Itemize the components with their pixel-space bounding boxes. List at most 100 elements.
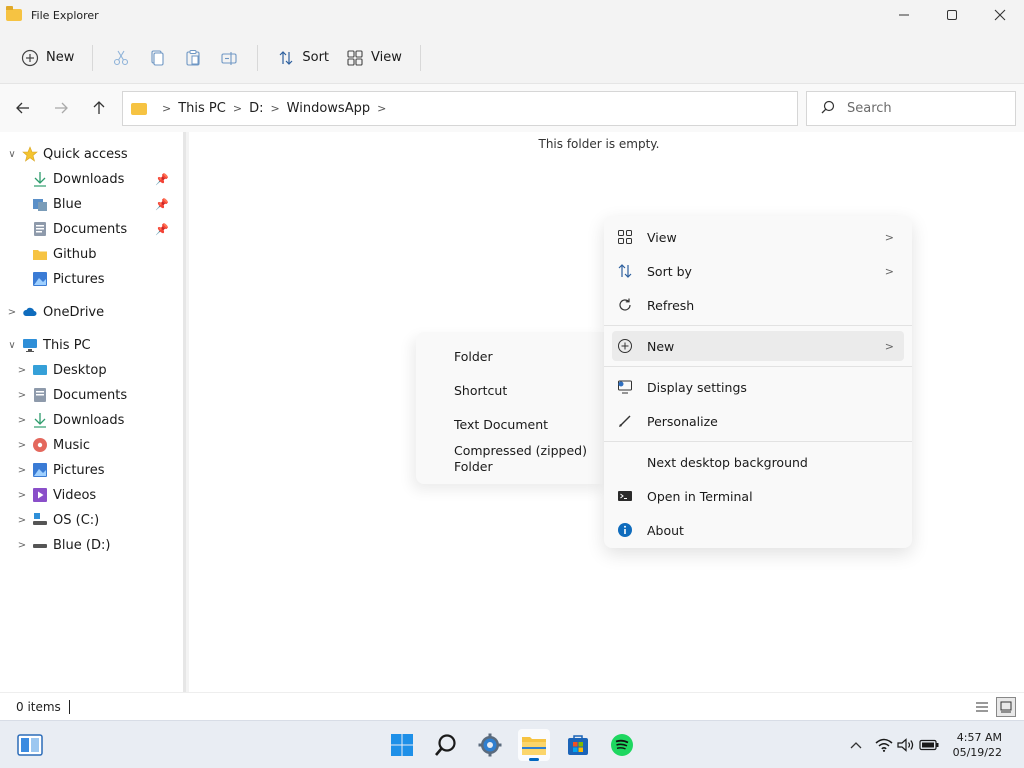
submenu-item-folder[interactable]: Folder (454, 349, 594, 365)
clipboard-icon (183, 48, 203, 68)
settings-taskbar-button[interactable] (474, 729, 506, 761)
menu-item-next-background[interactable]: Next desktop background (612, 447, 904, 477)
grid-view-icon (616, 228, 634, 246)
close-button[interactable] (976, 0, 1024, 30)
menu-item-open-terminal[interactable]: Open in Terminal (612, 481, 904, 511)
sidebar-item-label: Videos (53, 487, 97, 503)
desktop-icon (32, 362, 48, 378)
view-button[interactable]: View (337, 41, 410, 75)
menu-item-label: Sort by (647, 263, 692, 279)
breadcrumb-folder[interactable]: WindowsApp (287, 101, 370, 116)
chevron-right-icon: > (884, 264, 894, 278)
terminal-icon (616, 487, 634, 505)
forward-button[interactable] (47, 94, 75, 122)
sort-icon (276, 48, 296, 68)
sidebar-item-downloads[interactable]: Downloads 📌 (32, 167, 183, 191)
submenu-item-shortcut[interactable]: Shortcut (454, 383, 594, 399)
cut-button[interactable] (103, 41, 139, 75)
sort-label: Sort (302, 50, 330, 65)
sidebar-item-quick-access[interactable]: ∨ Quick access (6, 142, 189, 166)
sidebar-item-music[interactable]: > Music (16, 433, 183, 457)
submenu-item-compressed-folder[interactable]: Compressed (zipped) Folder (454, 443, 594, 475)
rename-button[interactable] (211, 41, 247, 75)
refresh-icon (616, 296, 634, 314)
details-view-button[interactable] (972, 697, 992, 717)
search-input[interactable]: Search (806, 91, 1016, 126)
arrow-left-icon (16, 102, 29, 114)
sidebar-item-github[interactable]: Github (32, 242, 183, 266)
battery-icon[interactable] (917, 739, 941, 751)
chevron-right-icon: > (17, 364, 27, 376)
computer-icon (22, 337, 38, 353)
maximize-icon (947, 10, 957, 20)
sidebar-item-this-pc[interactable]: ∨ This PC (6, 333, 189, 357)
sidebar-item-label: Downloads (53, 412, 125, 428)
download-arrow-icon (32, 412, 48, 428)
submenu-item-text-document[interactable]: Text Document (454, 417, 594, 433)
breadcrumb-drive[interactable]: D: (249, 101, 263, 116)
sidebar-item-pc-pictures[interactable]: > Pictures (16, 458, 183, 482)
drive-icon (32, 512, 48, 528)
paste-button[interactable] (175, 41, 211, 75)
menu-divider (604, 441, 912, 442)
tiles-view-button[interactable] (996, 697, 1016, 717)
menu-item-display-settings[interactable]: Display settings (612, 372, 904, 402)
speaker-icon[interactable] (895, 738, 917, 752)
search-taskbar-button[interactable] (430, 729, 462, 761)
menu-divider (604, 366, 912, 367)
maximize-button[interactable] (928, 0, 976, 30)
menu-item-view[interactable]: View > (612, 222, 904, 252)
widgets-button[interactable] (14, 729, 46, 761)
copy-button[interactable] (139, 41, 175, 75)
sidebar-item-label: Pictures (53, 271, 105, 287)
minimize-button[interactable] (880, 0, 928, 30)
navigation-pane: ∨ Quick access Downloads 📌 Blue 📌 Docume… (0, 132, 186, 692)
store-taskbar-button[interactable] (562, 729, 594, 761)
breadcrumb-this-pc[interactable]: This PC (178, 101, 226, 116)
start-button[interactable] (386, 729, 418, 761)
sidebar-item-label: OS (C:) (53, 512, 100, 528)
system-tray: 4:57 AM 05/19/22 (845, 721, 1024, 768)
sidebar-item-onedrive[interactable]: > OneDrive (6, 300, 189, 324)
sidebar-item-documents[interactable]: Documents 📌 (32, 217, 183, 241)
menu-item-sort-by[interactable]: Sort by > (612, 256, 904, 286)
address-bar[interactable]: > This PC > D: > WindowsApp > (122, 91, 798, 126)
pin-icon: 📌 (155, 197, 169, 211)
sort-button[interactable]: Sort (268, 41, 337, 75)
cloud-icon (22, 304, 38, 320)
chevron-right-icon: > (17, 539, 27, 551)
menu-item-about[interactable]: About (612, 515, 904, 545)
clock[interactable]: 4:57 AM 05/19/22 (953, 730, 1002, 760)
menu-item-new[interactable]: New > (612, 331, 904, 361)
up-button[interactable] (85, 94, 113, 122)
sidebar-item-blue[interactable]: Blue 📌 (32, 192, 183, 216)
toolbar-divider (92, 44, 94, 71)
sidebar-item-label: Documents (53, 387, 128, 403)
sidebar-item-drive-c[interactable]: > OS (C:) (16, 508, 183, 532)
sidebar-item-desktop[interactable]: > Desktop (16, 358, 183, 382)
sidebar-item-pc-downloads[interactable]: > Downloads (16, 408, 183, 432)
new-label: New (46, 50, 75, 65)
chevron-right-icon: > (17, 489, 27, 501)
chevron-up-icon[interactable] (845, 741, 867, 749)
menu-item-refresh[interactable]: Refresh (612, 290, 904, 320)
spotify-taskbar-button[interactable] (606, 729, 638, 761)
new-button[interactable]: New (12, 41, 82, 75)
sidebar-item-drive-d[interactable]: > Blue (D:) (16, 533, 183, 557)
sidebar-item-pictures[interactable]: Pictures (32, 267, 183, 291)
menu-item-label: Display settings (647, 379, 747, 395)
chevron-right-icon: > (232, 102, 243, 115)
back-button[interactable] (9, 94, 37, 122)
sidebar-item-label: Downloads (53, 171, 125, 187)
file-explorer-taskbar-button[interactable] (518, 729, 550, 761)
chevron-right-icon: > (17, 439, 27, 451)
copy-icon (147, 48, 167, 68)
sidebar-item-videos[interactable]: > Videos (16, 483, 183, 507)
close-icon (994, 9, 1006, 21)
add-circle-icon (20, 48, 40, 68)
chevron-right-icon: > (17, 389, 27, 401)
sidebar-item-label: Desktop (53, 362, 107, 378)
menu-item-personalize[interactable]: Personalize (612, 406, 904, 436)
wifi-icon[interactable] (873, 738, 895, 752)
sidebar-item-pc-documents[interactable]: > Documents (16, 383, 183, 407)
